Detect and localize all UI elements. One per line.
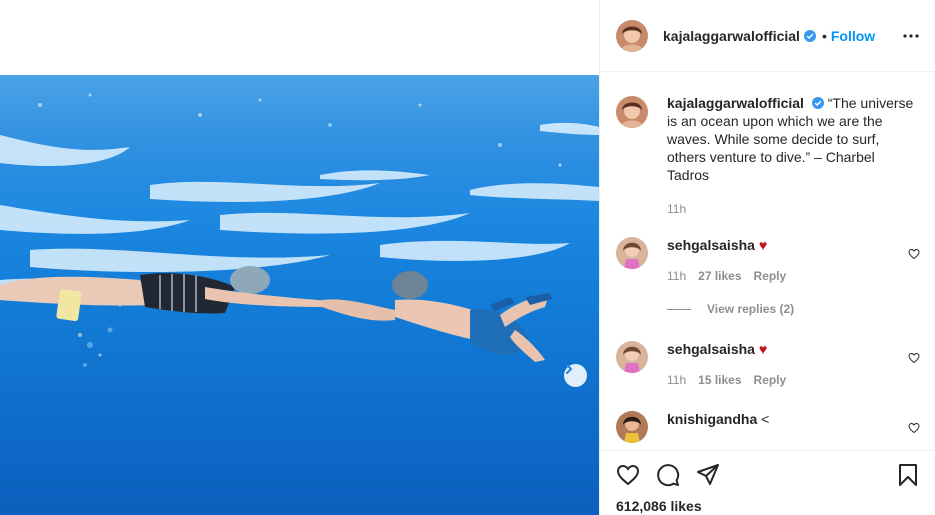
replies-line: [667, 308, 691, 310]
verified-badge-icon: [811, 97, 824, 109]
commenter-username[interactable]: knishigandha: [667, 411, 757, 427]
view-replies-label: View replies (2): [707, 302, 795, 316]
comment-timestamp[interactable]: 11h: [667, 269, 686, 283]
heart-emoji: ♥: [758, 341, 768, 357]
comment-item: knishigandha <: [616, 411, 920, 443]
chevron-right-icon: [566, 364, 573, 374]
post-header: kajalaggarwalofficial • Follow: [600, 0, 935, 72]
separator-dot: •: [821, 27, 827, 44]
verified-badge-icon: [803, 29, 816, 42]
comment-text: <: [761, 411, 770, 427]
comment-like-icon[interactable]: [908, 352, 920, 364]
commenter-username[interactable]: sehgalsaisha: [667, 341, 755, 357]
follow-button[interactable]: Follow: [831, 28, 875, 44]
next-image-button[interactable]: [564, 364, 587, 387]
more-options-icon[interactable]: [903, 28, 919, 44]
post-photo[interactable]: [0, 75, 599, 515]
caption-avatar[interactable]: [616, 96, 648, 128]
reply-button[interactable]: Reply: [754, 269, 787, 283]
comment-timestamp[interactable]: 11h: [667, 373, 686, 387]
commenter-avatar[interactable]: [616, 237, 648, 269]
underwater-photo-illustration: [0, 75, 599, 367]
reply-button[interactable]: Reply: [754, 373, 787, 387]
view-replies-button[interactable]: View replies (2): [667, 302, 794, 316]
comment-item: sehgalsaisha ♥ 11h 15 likes Reply: [616, 341, 920, 387]
comment-likes[interactable]: 27 likes: [698, 269, 741, 283]
share-icon[interactable]: [696, 463, 720, 487]
post-actions-bar: 612,086 likes: [600, 450, 935, 515]
comment-like-icon[interactable]: [908, 248, 920, 260]
comment-likes[interactable]: 15 likes: [698, 373, 741, 387]
commenter-avatar[interactable]: [616, 341, 648, 373]
comment-item: sehgalsaisha ♥ 11h 27 likes Reply: [616, 237, 920, 283]
save-icon[interactable]: [896, 463, 920, 487]
caption-username[interactable]: kajalaggarwalofficial: [667, 95, 804, 111]
heart-emoji: ♥: [758, 237, 768, 253]
author-avatar[interactable]: [616, 19, 648, 52]
post-details-panel: kajalaggarwalofficial • Follow kajalagga…: [599, 0, 935, 515]
post-caption: kajalaggarwalofficial “The universe is a…: [616, 94, 916, 218]
comment-like-icon[interactable]: [908, 422, 920, 434]
post-media-area: [0, 0, 599, 515]
like-icon[interactable]: [616, 463, 640, 487]
swimmer-right: [322, 271, 552, 362]
comment-icon[interactable]: [656, 463, 680, 487]
author-username[interactable]: kajalaggarwalofficial: [663, 28, 800, 44]
caption-timestamp[interactable]: 11h: [667, 200, 916, 218]
likes-count[interactable]: 612,086 likes: [616, 498, 702, 514]
commenter-username[interactable]: sehgalsaisha: [667, 237, 755, 253]
commenter-avatar[interactable]: [616, 411, 648, 443]
